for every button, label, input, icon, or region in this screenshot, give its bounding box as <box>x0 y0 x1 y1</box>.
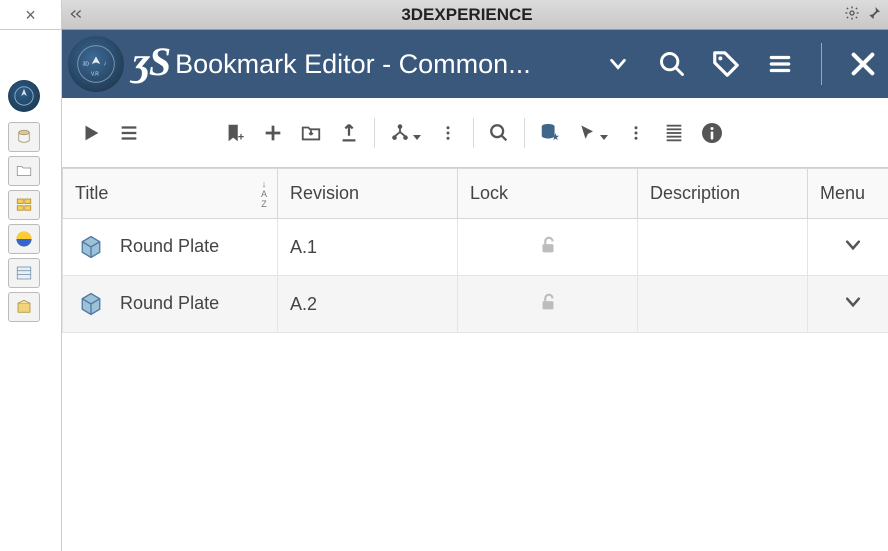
sort-indicator-icon: ↓AZ <box>261 179 267 209</box>
search-icon[interactable] <box>657 49 687 79</box>
info-icon[interactable] <box>697 118 727 148</box>
compass-mini-icon[interactable] <box>8 80 40 112</box>
content-table: Title ↓AZ Revision Lock Description Menu… <box>62 168 888 551</box>
hierarchy-dropdown[interactable] <box>385 122 425 144</box>
list-view-button[interactable] <box>114 118 144 148</box>
cell-title: Round Plate <box>120 293 219 313</box>
table-row[interactable]: Round Plate A.2 <box>63 276 888 333</box>
row-menu-chevron-icon[interactable] <box>843 296 863 316</box>
sidebar-item-color-wheel[interactable] <box>8 224 40 254</box>
column-header-lock[interactable]: Lock <box>458 169 638 219</box>
collapse-chevron-icon[interactable] <box>62 8 90 22</box>
sidebar-item-layout[interactable] <box>8 190 40 220</box>
dense-list-button[interactable] <box>659 118 689 148</box>
window-title-bar: 3DEXPERIENCE <box>62 0 888 30</box>
settings-gear-icon[interactable] <box>844 5 860 24</box>
compass-icon[interactable]: 3D i V.R <box>68 36 124 92</box>
cell-description <box>638 219 808 276</box>
svg-text:+: + <box>238 131 244 143</box>
svg-text:i: i <box>104 62 106 68</box>
upload-button[interactable] <box>334 118 364 148</box>
toolbar-separator <box>473 118 474 148</box>
more-vertical-icon-2[interactable] <box>621 118 651 148</box>
play-button[interactable] <box>76 118 106 148</box>
cell-revision: A.1 <box>278 219 458 276</box>
column-header-title[interactable]: Title ↓AZ <box>63 169 278 219</box>
part-icon <box>77 290 105 318</box>
toolbar-separator <box>524 118 525 148</box>
bookmark-add-button[interactable]: + <box>220 118 250 148</box>
close-icon[interactable] <box>848 49 878 79</box>
cell-description <box>638 276 808 333</box>
app-title: Bookmark Editor - Common... <box>175 49 603 80</box>
column-header-label: Title <box>75 183 108 203</box>
row-menu-chevron-icon[interactable] <box>843 239 863 259</box>
title-dropdown-chevron-icon[interactable] <box>603 49 633 79</box>
ds-logo-icon: ʒS <box>132 38 175 91</box>
cursor-dropdown[interactable] <box>573 122 613 144</box>
left-sidebar: × <box>0 0 62 551</box>
header-divider <box>821 43 822 85</box>
cell-revision: A.2 <box>278 276 458 333</box>
column-header-menu[interactable]: Menu <box>808 169 888 219</box>
unlock-icon[interactable] <box>537 240 559 260</box>
svg-text:V.R: V.R <box>91 72 99 78</box>
database-star-button[interactable] <box>535 118 565 148</box>
app-header: 3D i V.R ʒS Bookmark Editor - Common... <box>62 30 888 98</box>
toolbar: + <box>62 98 888 168</box>
svg-text:3D: 3D <box>83 62 90 68</box>
sidebar-close-button[interactable]: × <box>0 0 61 30</box>
sidebar-item-list[interactable] <box>8 258 40 288</box>
sidebar-item-package[interactable] <box>8 292 40 322</box>
sidebar-item-folder[interactable] <box>8 156 40 186</box>
menu-icon[interactable] <box>765 49 795 79</box>
column-header-revision[interactable]: Revision <box>278 169 458 219</box>
cell-title: Round Plate <box>120 236 219 256</box>
toolbar-separator <box>374 118 375 148</box>
more-vertical-icon[interactable] <box>433 118 463 148</box>
sidebar-item-cylinder[interactable] <box>8 122 40 152</box>
part-icon <box>77 233 105 261</box>
column-header-description[interactable]: Description <box>638 169 808 219</box>
search-toolbar-button[interactable] <box>484 118 514 148</box>
pin-icon[interactable] <box>866 5 882 24</box>
unlock-icon[interactable] <box>537 297 559 317</box>
download-folder-button[interactable] <box>296 118 326 148</box>
window-title: 3DEXPERIENCE <box>90 5 844 25</box>
tag-icon[interactable] <box>711 49 741 79</box>
add-button[interactable] <box>258 118 288 148</box>
table-row[interactable]: Round Plate A.1 <box>63 219 888 276</box>
